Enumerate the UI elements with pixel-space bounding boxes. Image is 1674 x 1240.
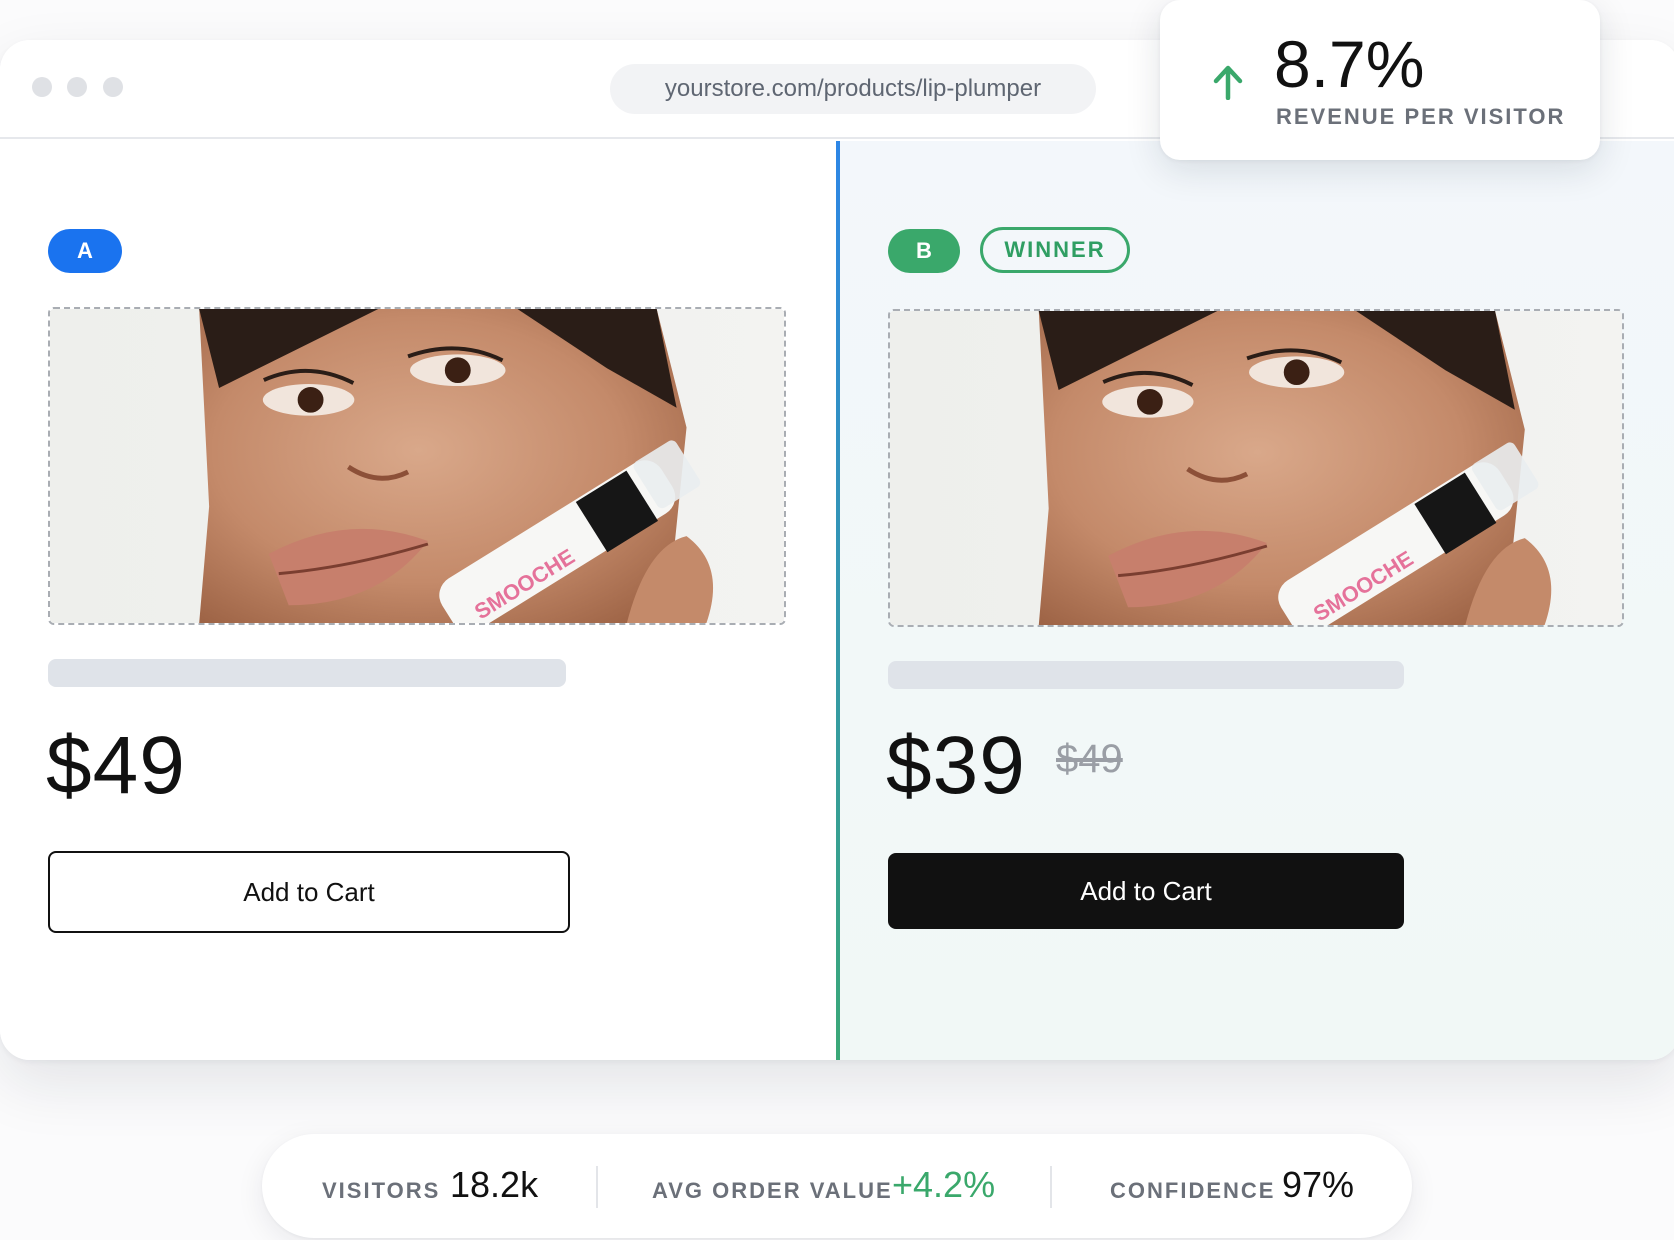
stat-visitors-label: VISITORS — [322, 1178, 441, 1203]
stat-visitors-value: 18.2k — [450, 1164, 539, 1205]
window-minimize-dot[interactable] — [67, 77, 87, 97]
window-maximize-dot[interactable] — [103, 77, 123, 97]
variant-b-product-image: SMOOCHE — [888, 309, 1624, 627]
browser-window: yourstore.com/products/lip-plumper A SMO… — [0, 40, 1674, 1060]
winner-badge: WINNER — [980, 227, 1130, 273]
stat-aov-value: +4.2% — [892, 1164, 996, 1205]
variant-b-badge: B — [888, 229, 960, 273]
product-photo: SMOOCHE — [890, 311, 1622, 625]
variant-b-price: $39 — [886, 720, 1026, 811]
stats-bar: VISITORS 18.2k AVG ORDER VALUE +4.2% CON… — [262, 1134, 1412, 1238]
variant-a-add-to-cart-button[interactable]: Add to Cart — [48, 851, 570, 933]
stats-separator — [596, 1166, 598, 1208]
title-skeleton — [48, 659, 566, 687]
revenue-metric-card: 8.7% REVENUE PER VISITOR — [1160, 0, 1600, 160]
variant-a-product-image: SMOOCHE — [48, 307, 786, 625]
variant-a-badge: A — [48, 229, 122, 273]
stats-separator — [1050, 1166, 1052, 1208]
stat-confidence-label: CONFIDENCE — [1110, 1178, 1276, 1203]
stat-confidence-value: 97% — [1282, 1164, 1355, 1205]
variant-b-panel: B WINNER SMOOCHE $39 $49 Add to Cart — [840, 141, 1674, 1060]
variant-a-panel: A SMOOCHE $49 Add to Cart — [0, 141, 836, 1060]
url-bar[interactable]: yourstore.com/products/lip-plumper — [610, 64, 1096, 114]
metric-label: REVENUE PER VISITOR — [1276, 104, 1566, 129]
variant-b-add-to-cart-button[interactable]: Add to Cart — [888, 853, 1404, 929]
metric-value: 8.7% — [1274, 27, 1425, 101]
product-photo: SMOOCHE — [50, 309, 784, 623]
variant-a-price: $49 — [46, 720, 186, 811]
window-close-dot[interactable] — [32, 77, 52, 97]
variant-b-old-price: $49 — [1056, 737, 1123, 781]
arrow-up-icon — [1213, 65, 1243, 100]
title-skeleton — [888, 661, 1404, 689]
stat-aov-label: AVG ORDER VALUE — [652, 1178, 893, 1203]
